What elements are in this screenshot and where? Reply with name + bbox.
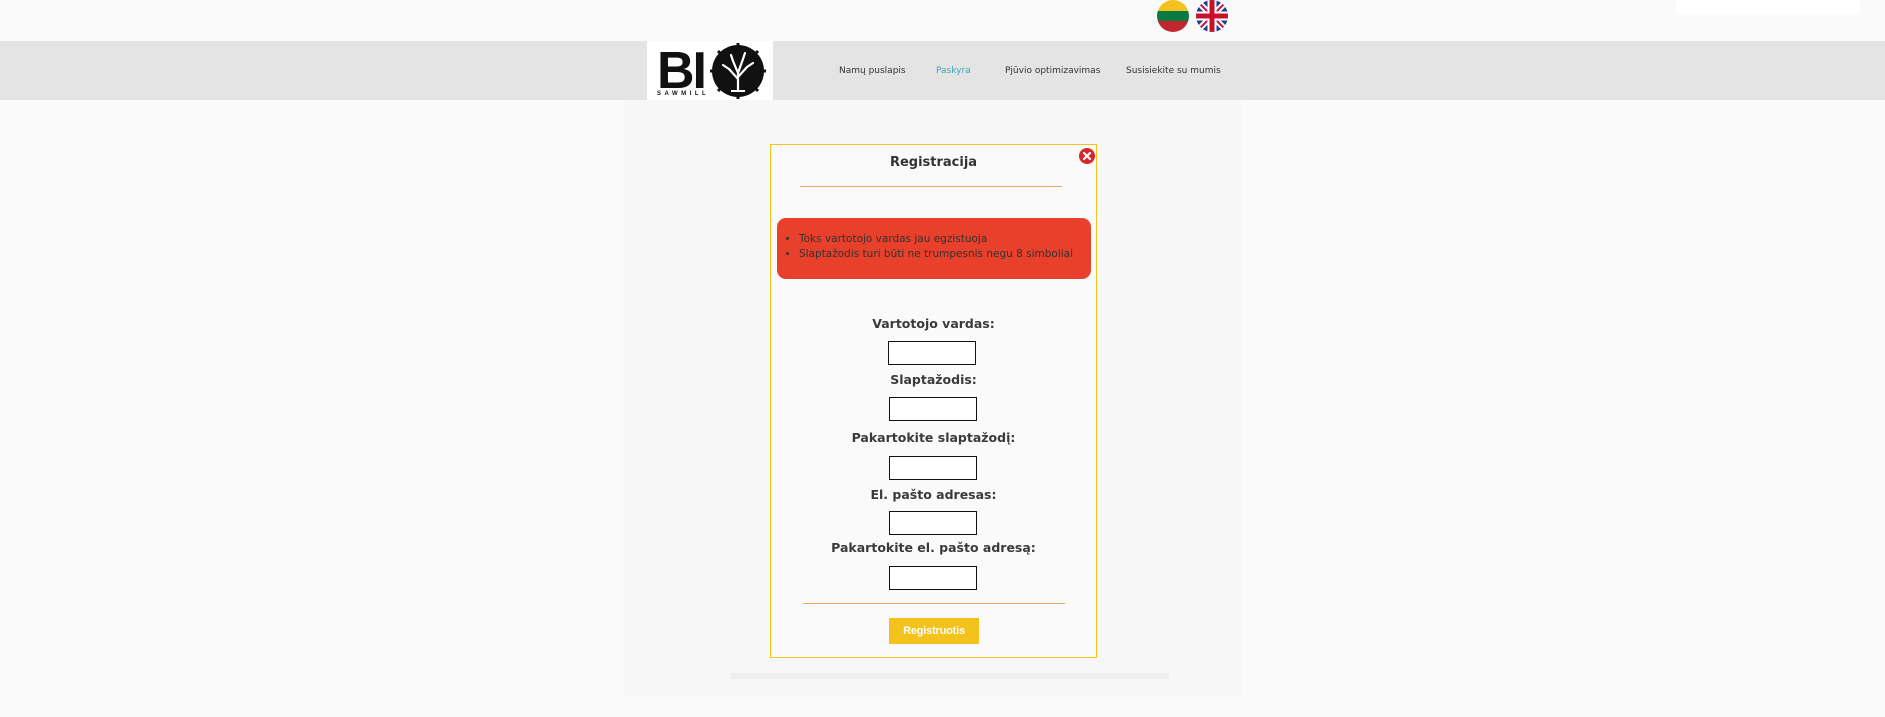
title-divider <box>800 186 1062 187</box>
tree-logo-icon <box>710 43 766 99</box>
close-icon[interactable] <box>1079 148 1095 164</box>
email-repeat-input[interactable] <box>889 566 977 590</box>
nav-item-home[interactable]: Namų puslapis <box>839 66 906 76</box>
password-repeat-label: Pakartokite slaptažodį: <box>851 430 1016 445</box>
logo-subtitle: SAWMILL <box>657 91 710 97</box>
password-repeat-input[interactable] <box>889 456 977 480</box>
registration-modal: Registracija Toks vartotojo vardas jau e… <box>770 144 1097 658</box>
error-item: Slaptažodis turi būti ne trumpesnis negu… <box>799 247 1091 262</box>
error-message-box: Toks vartotojo vardas jau egzistuoja Sla… <box>777 218 1091 279</box>
form-divider <box>803 603 1065 604</box>
nav-item-contact[interactable]: Susisiekite su mumis <box>1126 66 1221 76</box>
logo-text: BI <box>657 42 707 100</box>
email-label: El. pašto adresas: <box>870 487 997 502</box>
error-list: Toks vartotojo vardas jau egzistuoja Sla… <box>785 232 1091 262</box>
lithuanian-flag-icon[interactable] <box>1157 0 1189 32</box>
username-label: Vartotojo vardas: <box>872 316 995 331</box>
modal-title: Registracija <box>889 155 978 170</box>
uk-flag-icon[interactable] <box>1196 0 1228 32</box>
password-label: Slaptažodis: <box>890 372 977 387</box>
logo[interactable]: BI SAWMILL <box>647 41 773 100</box>
top-search-input[interactable] <box>1676 0 1860 14</box>
email-input[interactable] <box>889 511 977 535</box>
error-item: Toks vartotojo vardas jau egzistuoja <box>799 232 1091 247</box>
password-input[interactable] <box>889 397 977 421</box>
nav-item-account[interactable]: Paskyra <box>936 66 971 76</box>
register-button[interactable]: Registruotis <box>889 618 979 644</box>
nav-item-cut-optimization[interactable]: Pjūvio optimizavimas <box>1005 66 1100 76</box>
email-repeat-label: Pakartokite el. pašto adresą: <box>831 540 1036 555</box>
username-input[interactable] <box>888 341 976 365</box>
content-footer-strip <box>731 673 1169 679</box>
